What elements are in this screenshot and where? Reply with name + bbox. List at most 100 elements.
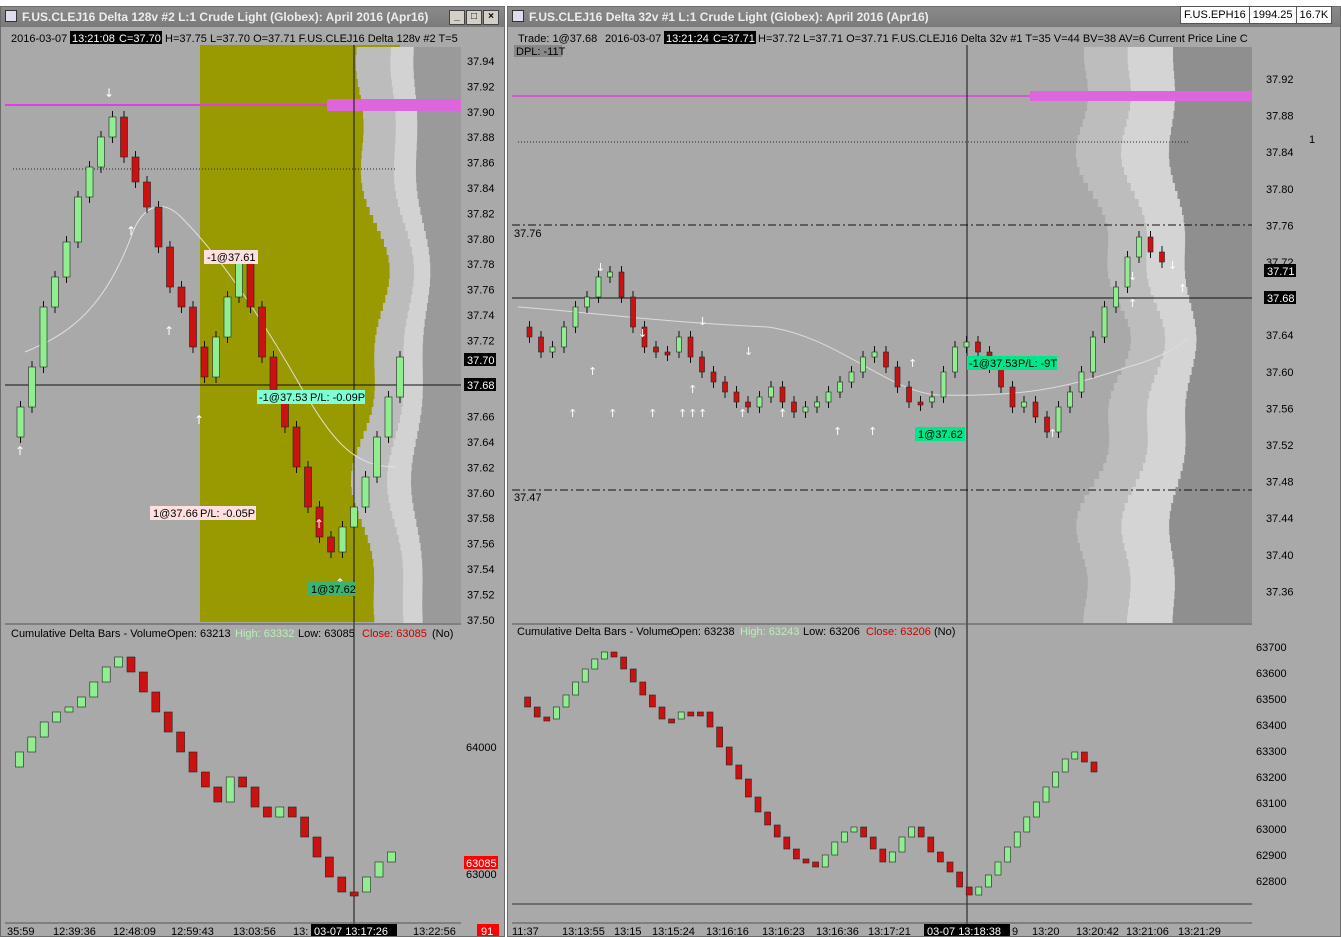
candle	[246, 256, 255, 308]
delta-bar	[1033, 801, 1040, 818]
delta-bar	[64, 706, 74, 713]
left-chart-canvas[interactable]: 2016-03-07 13:21:08 C=37.70 H=37.75 L=37…	[1, 7, 505, 937]
profile-bar	[1175, 487, 1252, 495]
chart-window-right[interactable]: F.US.CLEJ16 Delta 32v #1 L:1 Crude Light…	[507, 6, 1341, 937]
signal-arrow-icon: ↑	[778, 407, 787, 420]
time-label: 12:48:09	[113, 926, 156, 937]
delta-bar	[697, 711, 704, 717]
profile-bar	[421, 551, 461, 559]
profile-bar	[413, 503, 461, 511]
profile-bar	[1196, 335, 1252, 343]
price-tick-label: 37.72	[467, 335, 495, 347]
pink-level-band	[327, 99, 461, 111]
delta-bar	[101, 666, 111, 683]
profile-bar	[1172, 615, 1252, 623]
delta-bar	[581, 668, 589, 683]
profile-bar	[422, 215, 461, 223]
svg-text:High: 63243: High: 63243	[740, 626, 799, 638]
delta-bar	[188, 751, 198, 773]
profile-bar	[1174, 71, 1252, 79]
time-crosshair-label: 03-07 13:18:38	[927, 926, 1001, 937]
header-close: C=37.71	[713, 33, 755, 45]
profile-bar	[1172, 551, 1252, 559]
delta-bar	[754, 796, 762, 813]
price-axis: 37.94 37.92 37.90 37.88 37.86 37.84 37.82 37.80…	[467, 56, 495, 627]
svg-text:Low: 63085: Low: 63085	[298, 628, 355, 640]
signal-arrow-icon: ↑	[1128, 297, 1137, 310]
current-price-label: 37.71	[1267, 266, 1295, 278]
svg-text:(No): (No)	[934, 626, 955, 638]
profile-bar	[413, 55, 461, 63]
candle	[384, 396, 393, 438]
candle	[538, 336, 544, 353]
candle	[883, 351, 889, 368]
profile-bar	[430, 271, 461, 279]
candle	[327, 536, 335, 553]
delta-bar	[869, 836, 877, 850]
profile-bar	[1173, 111, 1252, 119]
delta-bar	[908, 826, 915, 838]
price-tick-label: 37.66	[467, 412, 495, 424]
candle	[975, 341, 981, 353]
signal-arrow-icon: ↑	[698, 407, 707, 420]
delta-bar	[591, 658, 599, 670]
profile-bar	[415, 87, 461, 95]
candle	[39, 306, 48, 368]
profile-bar	[1185, 231, 1252, 239]
profile-bar	[1195, 351, 1252, 359]
candle	[929, 396, 935, 403]
price-tick-label: 37.80	[467, 234, 495, 246]
profile-bar	[1185, 239, 1252, 247]
profile-bar	[422, 351, 461, 359]
candle	[304, 466, 312, 508]
signal-arrow-icon: ↑	[588, 365, 597, 378]
time-label: 13:21:29	[1178, 926, 1221, 937]
candle	[940, 371, 947, 398]
profile-bar	[1187, 383, 1252, 391]
profile-bar	[420, 207, 461, 215]
delta-bar	[201, 771, 210, 788]
price-tick-label: 37.88	[1266, 111, 1294, 123]
time-label: 13:20	[1032, 926, 1060, 937]
delta-bar	[946, 861, 954, 873]
time-label: 13:21:06	[1126, 926, 1169, 937]
delta-bar	[238, 776, 247, 788]
profile-bar	[411, 463, 461, 471]
candle	[16, 406, 25, 438]
profile-bar	[421, 407, 461, 415]
svg-text:Close: 63206: Close: 63206	[866, 626, 931, 638]
time-label: 13:13:55	[562, 926, 605, 937]
profile-bar	[422, 591, 461, 599]
trade-label: -1@37.53	[259, 392, 307, 404]
candle	[1090, 336, 1096, 373]
profile-bar	[422, 559, 461, 567]
profile-bar	[422, 343, 461, 351]
profile-bar	[422, 567, 461, 575]
svg-text:Cumulative Delta Bars - Volume: Cumulative Delta Bars - Volume	[11, 628, 167, 640]
candle	[154, 206, 163, 248]
profile-bar	[412, 455, 461, 463]
profile-bar	[1185, 271, 1252, 279]
profile-bar	[412, 495, 461, 503]
study-header: Cumulative Delta Bars - Volume Open: 632…	[11, 628, 453, 640]
delta-bar	[783, 836, 791, 850]
price-tick-label: 37.52	[1266, 440, 1294, 452]
right-chart-canvas[interactable]: Trade: 1@37.68 2016-03-07 13:21:24 C=37.…	[508, 7, 1341, 937]
profile-bar	[1169, 519, 1252, 527]
price-tick-label: 37.62	[467, 462, 495, 474]
study-header: Cumulative Delta Bars - Volume Open: 632…	[517, 626, 955, 638]
crosshair-price-label: 37.68	[467, 380, 495, 392]
delta-bar	[52, 711, 61, 723]
cumulative-delta-bars	[15, 656, 396, 897]
chart-window-left[interactable]: F.US.CLEJ16 Delta 128v #2 L:1 Crude Ligh…	[0, 6, 505, 937]
candle	[177, 286, 186, 308]
profile-bar	[1193, 311, 1252, 319]
ticker-box[interactable]: F.US.EPH16 1994.25 16.7K	[1180, 6, 1333, 24]
study-axis-label: 63700	[1256, 642, 1287, 654]
delta-bar	[965, 886, 973, 896]
delta-bar	[1013, 831, 1021, 848]
candle	[1113, 286, 1119, 308]
profile-bar	[1185, 415, 1252, 423]
delta-bar	[553, 706, 560, 720]
candle	[350, 506, 358, 528]
